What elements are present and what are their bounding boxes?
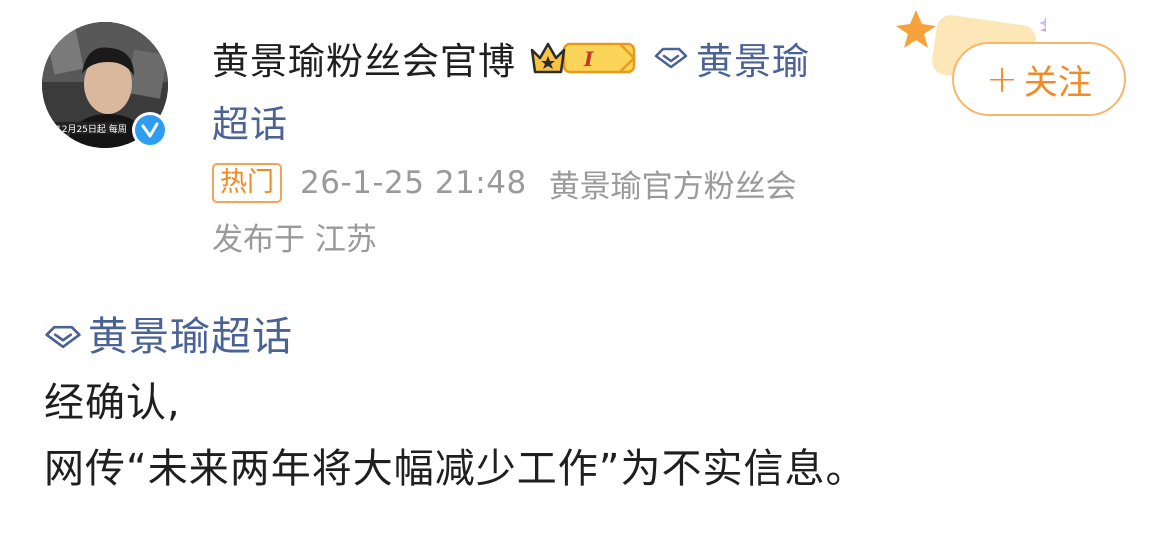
crown-level: I xyxy=(583,47,594,71)
crown-icon: I xyxy=(530,42,636,74)
post-location: 发布于 江苏 xyxy=(212,222,377,258)
avatar-caption: 12月25日起 每周 xyxy=(56,123,127,135)
topic-link[interactable]: 黄景瑜 xyxy=(654,31,810,85)
post-text-line-1: 经确认, xyxy=(44,380,181,426)
post-body: 黄景瑜超话 经确认, 网传“未来两年将大幅减少工作”为不实信息。 xyxy=(44,304,866,502)
post-meta-row: 热门 26-1-25 21:48 黄景瑜官方粉丝会 xyxy=(212,160,797,206)
post-header-name-row: 黄景瑜粉丝会官博 I 黄景瑜 xyxy=(212,28,810,88)
verified-check-icon xyxy=(141,122,159,138)
user-name[interactable]: 黄景瑜粉丝会官博 xyxy=(212,31,516,85)
post-timestamp: 26-1-25 21:48 xyxy=(300,165,527,201)
post-text-line-2: 网传“未来两年将大幅减少工作”为不实信息。 xyxy=(44,446,867,492)
super-topic-diamond-icon xyxy=(654,47,688,69)
crown-badge[interactable]: I xyxy=(528,38,638,78)
follow-button[interactable]: + 关注 xyxy=(952,42,1126,116)
verified-badge xyxy=(132,112,168,148)
topic-link-continued[interactable]: 超话 xyxy=(212,94,288,148)
plus-icon: + xyxy=(986,57,1018,101)
topic-link-label: 黄景瑜 xyxy=(696,40,810,83)
super-topic-diamond-icon xyxy=(44,325,82,349)
post-source: 黄景瑜官方粉丝会 xyxy=(548,168,797,205)
post-topic-label: 黄景瑜超话 xyxy=(88,314,293,360)
post-topic-tag[interactable]: 黄景瑜超话 xyxy=(44,304,866,370)
hot-badge: 热门 xyxy=(212,163,282,203)
follow-button-label: 关注 xyxy=(1023,62,1092,103)
